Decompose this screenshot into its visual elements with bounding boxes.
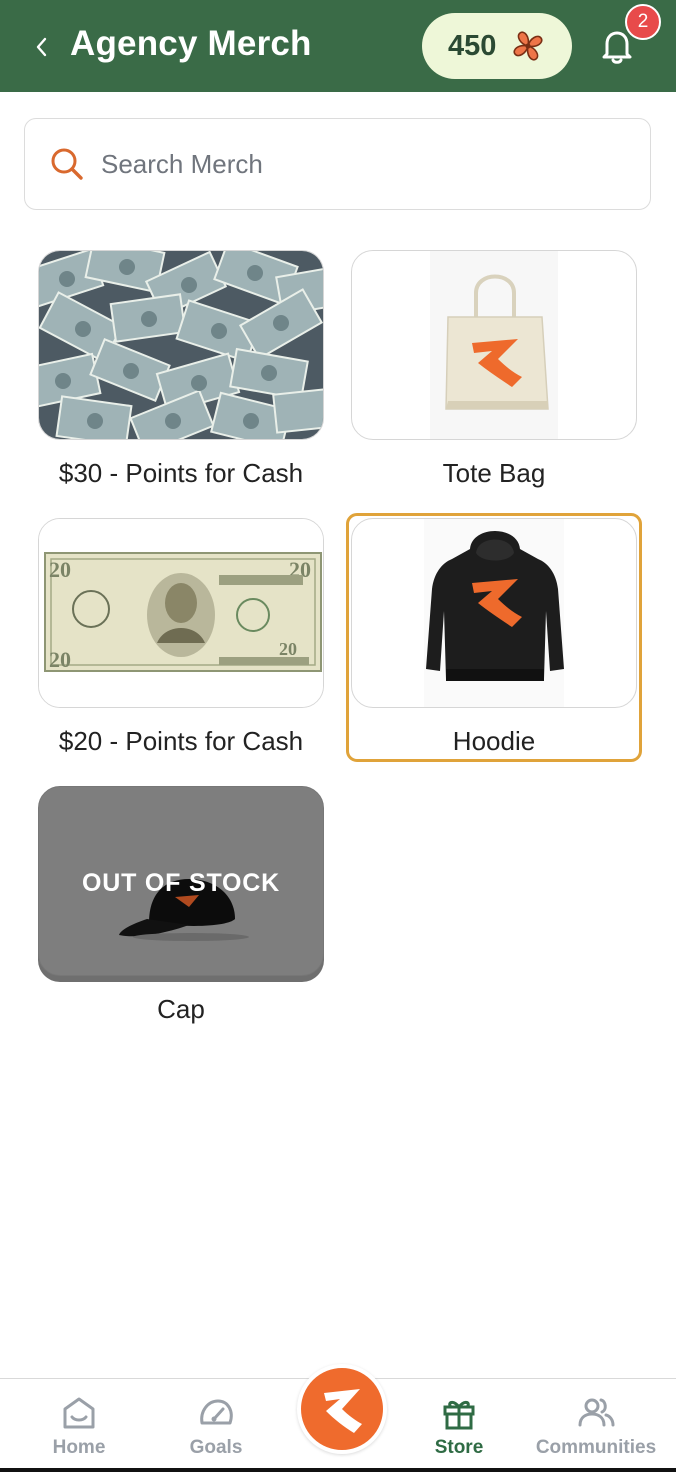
nav-label: Home <box>52 1437 106 1458</box>
product-name: $30 - Points for Cash <box>58 458 304 488</box>
nav-goals[interactable]: Goals <box>181 1379 251 1472</box>
brand-logo-button[interactable] <box>297 1364 387 1454</box>
home-indicator <box>0 1468 676 1472</box>
notification-badge: 2 <box>625 4 661 40</box>
search-input[interactable]: Search Merch <box>24 118 651 210</box>
hoodie-image <box>351 518 637 708</box>
product-name: $20 - Points for Cash <box>58 726 304 756</box>
pinwheel-icon <box>513 31 543 61</box>
svg-text:20: 20 <box>279 639 297 659</box>
product-name: Cap <box>157 994 205 1024</box>
product-name: Hoodie <box>452 726 536 756</box>
nav-home[interactable]: Home <box>44 1379 114 1472</box>
home-icon <box>63 1397 95 1429</box>
nav-label: Goals <box>189 1437 243 1458</box>
svg-text:20: 20 <box>49 557 71 582</box>
nav-communities[interactable]: Communities <box>528 1379 664 1472</box>
cap-image: OUT OF STOCK <box>38 786 324 976</box>
out-of-stock-label: OUT OF STOCK <box>81 869 281 897</box>
search-placeholder: Search Merch <box>101 148 263 179</box>
page-title: Agency Merch <box>70 24 312 63</box>
twenty-dollar-bill-image: 20 20 20 20 <box>38 518 324 708</box>
back-button[interactable] <box>30 30 52 64</box>
product-card-hoodie[interactable]: Hoodie <box>346 513 642 762</box>
nav-store[interactable]: Store <box>424 1379 494 1472</box>
cash-pile-image <box>38 250 324 440</box>
product-card-tote-bag[interactable]: Tote Bag <box>351 250 637 489</box>
product-name: Tote Bag <box>442 458 546 488</box>
gauge-icon <box>200 1399 233 1425</box>
svg-text:20: 20 <box>49 647 71 672</box>
brand-logo-icon <box>324 1389 362 1433</box>
product-card-cash-20[interactable]: 20 20 20 20 $20 - Points for Cash <box>38 518 324 757</box>
points-balance[interactable]: 450 <box>422 13 572 79</box>
people-icon <box>578 1398 615 1427</box>
gift-icon <box>443 1400 475 1430</box>
points-value: 450 <box>448 29 497 62</box>
search-icon <box>51 148 83 180</box>
tote-bag-image <box>351 250 637 440</box>
chevron-left-icon <box>36 37 47 57</box>
nav-label: Communities <box>535 1437 657 1458</box>
product-card-cash-30[interactable]: $30 - Points for Cash <box>38 250 324 489</box>
app-header: Agency Merch 450 2 <box>0 0 676 92</box>
nav-label: Store <box>434 1437 484 1458</box>
product-card-cap[interactable]: OUT OF STOCK Cap <box>38 786 324 1025</box>
